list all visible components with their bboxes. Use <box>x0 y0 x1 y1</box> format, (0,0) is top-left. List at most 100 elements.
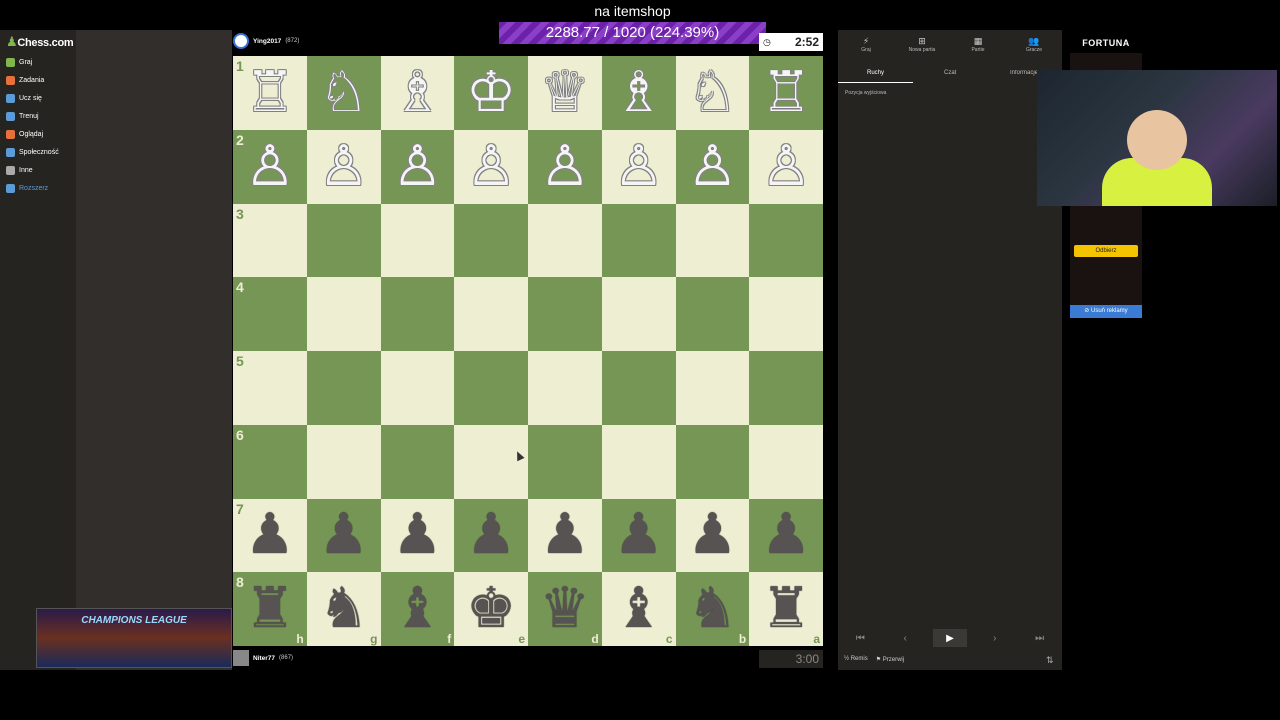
board-square[interactable] <box>675 351 750 425</box>
black-piece-icon[interactable]: ♟ <box>245 507 295 563</box>
board-square[interactable]: 8 h ♜ <box>233 572 307 646</box>
board-square[interactable] <box>675 424 750 499</box>
remove-ads-button[interactable]: ⊘ Usuń reklamy <box>1070 305 1142 318</box>
board-square[interactable]: ♟ <box>380 498 455 573</box>
board-square[interactable] <box>380 424 455 499</box>
top-player-name[interactable]: Ying2017 <box>253 38 281 45</box>
sidebar-item-0[interactable]: Graj <box>6 58 32 67</box>
board-square[interactable]: 2 ♙ <box>233 129 307 204</box>
white-piece-icon[interactable]: ♙ <box>245 138 295 195</box>
black-piece-icon[interactable]: ♟ <box>761 507 811 563</box>
board-square[interactable] <box>528 203 602 278</box>
board-square[interactable] <box>601 277 676 351</box>
top-tab-players[interactable]: 👥 Gracze <box>1014 36 1054 53</box>
board-square[interactable]: 5 <box>233 351 307 425</box>
top-tab-new-game[interactable]: ⊞ Nowa partia <box>902 36 942 53</box>
board-square[interactable]: b ♞ <box>675 572 750 646</box>
board-square[interactable]: ♟ <box>306 498 381 573</box>
board-square[interactable] <box>749 203 823 278</box>
board-square[interactable]: ♘ <box>675 56 750 130</box>
last-move-button[interactable]: ⏭ <box>1023 629 1057 647</box>
board-square[interactable] <box>601 424 676 499</box>
board-square[interactable]: ♟ <box>601 498 676 573</box>
sidebar-item-2[interactable]: Ucz się <box>6 94 42 103</box>
tab-chat[interactable]: Czat <box>944 70 956 76</box>
white-piece-icon[interactable]: ♗ <box>614 64 664 121</box>
white-piece-icon[interactable]: ♙ <box>761 138 811 195</box>
white-piece-icon[interactable]: ♙ <box>614 138 664 195</box>
board-square[interactable]: ♙ <box>675 129 750 204</box>
board-square[interactable]: ♙ <box>454 129 528 204</box>
board-square[interactable]: 3 <box>233 203 307 278</box>
board-square[interactable] <box>601 203 676 278</box>
board-square[interactable]: ♗ <box>380 56 455 130</box>
board-square[interactable]: f ♝ <box>380 572 455 646</box>
white-piece-icon[interactable]: ♔ <box>466 64 516 121</box>
black-piece-icon[interactable]: ♞ <box>687 581 737 637</box>
sidebar-item-3[interactable]: Trenuj <box>6 112 39 121</box>
board-square[interactable] <box>749 277 823 351</box>
board-square[interactable] <box>601 351 676 425</box>
board-square[interactable]: ♟ <box>528 498 602 573</box>
board-square[interactable]: ♕ <box>528 56 602 130</box>
board-square[interactable]: e ♚ <box>454 572 528 646</box>
first-move-button[interactable]: ⏮ <box>843 629 877 647</box>
board-square[interactable]: ♘ <box>306 56 381 130</box>
tab-moves[interactable]: Ruchy <box>867 70 884 76</box>
white-piece-icon[interactable]: ♘ <box>319 64 369 121</box>
board-square[interactable] <box>454 277 528 351</box>
white-piece-icon[interactable]: ♘ <box>687 64 737 121</box>
draw-button[interactable]: ½ Remis <box>844 656 868 663</box>
black-piece-icon[interactable]: ♚ <box>466 581 516 637</box>
board-square[interactable]: c ♝ <box>601 572 676 646</box>
board-square[interactable]: ♔ <box>454 56 528 130</box>
board-square[interactable] <box>380 351 455 425</box>
board-square[interactable]: a ♜ <box>749 572 823 646</box>
chess-board[interactable]: 1 ♖ ♘ ♗ ♔ ♕ ♗ ♘ ♖ 2 ♙ ♙ ♙ ♙ ♙ ♙ ♙ ♙ 3 4 5 6 7 ♟ ♟ ♟ ♟ ♟ ♟ ♟ ♟ 8 h ♜ g ♞ f ♝ e ♚… <box>233 56 823 646</box>
board-square[interactable]: ♟ <box>454 498 528 573</box>
board-square[interactable]: ♟ <box>675 498 750 573</box>
ad-cta-button[interactable]: Odbierz <box>1074 245 1138 257</box>
board-square[interactable]: ♙ <box>528 129 602 204</box>
board-square[interactable]: ♙ <box>749 129 823 204</box>
white-piece-icon[interactable]: ♖ <box>245 64 295 121</box>
sidebar-item-4[interactable]: Oglądaj <box>6 130 43 139</box>
top-tab-play[interactable]: ⚡ Graj <box>846 36 886 53</box>
board-square[interactable]: 7 ♟ <box>233 498 307 573</box>
board-square[interactable]: 4 <box>233 277 307 351</box>
flip-board-icon[interactable]: ⇅ <box>1046 655 1054 666</box>
board-square[interactable]: 6 <box>233 424 307 499</box>
board-square[interactable] <box>749 351 823 425</box>
board-square[interactable] <box>749 424 823 499</box>
white-piece-icon[interactable]: ♙ <box>466 138 516 195</box>
black-piece-icon[interactable]: ♝ <box>392 581 442 637</box>
board-square[interactable] <box>528 277 602 351</box>
white-piece-icon[interactable]: ♗ <box>392 64 442 121</box>
board-square[interactable] <box>454 351 528 425</box>
black-piece-icon[interactable]: ♝ <box>614 581 664 637</box>
black-piece-icon[interactable]: ♟ <box>319 507 369 563</box>
avatar[interactable] <box>233 33 249 49</box>
tab-info[interactable]: Informacje <box>1010 70 1038 76</box>
champions-league-thumbnail[interactable]: CHAMPIONS LEAGUE <box>36 608 232 668</box>
chess-logo[interactable]: ♟Chess.com <box>6 34 74 50</box>
black-piece-icon[interactable]: ♟ <box>687 507 737 563</box>
sidebar-item-1[interactable]: Zadania <box>6 76 44 85</box>
board-square[interactable] <box>675 277 750 351</box>
board-square[interactable]: ♙ <box>306 129 381 204</box>
board-square[interactable] <box>675 203 750 278</box>
board-square[interactable]: ♗ <box>601 56 676 130</box>
board-square[interactable] <box>380 203 455 278</box>
white-piece-icon[interactable]: ♙ <box>319 138 369 195</box>
sidebar-item-5[interactable]: Społeczność <box>6 148 59 157</box>
board-square[interactable]: 1 ♖ <box>233 56 307 130</box>
board-square[interactable]: ♖ <box>749 56 823 130</box>
black-piece-icon[interactable]: ♟ <box>392 507 442 563</box>
sidebar-item-7[interactable]: Rozszerz <box>6 184 48 193</box>
board-square[interactable] <box>306 277 381 351</box>
board-square[interactable] <box>306 203 381 278</box>
board-square[interactable] <box>454 203 528 278</box>
white-piece-icon[interactable]: ♙ <box>392 138 442 195</box>
white-piece-icon[interactable]: ♖ <box>761 64 811 121</box>
white-piece-icon[interactable]: ♕ <box>540 64 590 121</box>
